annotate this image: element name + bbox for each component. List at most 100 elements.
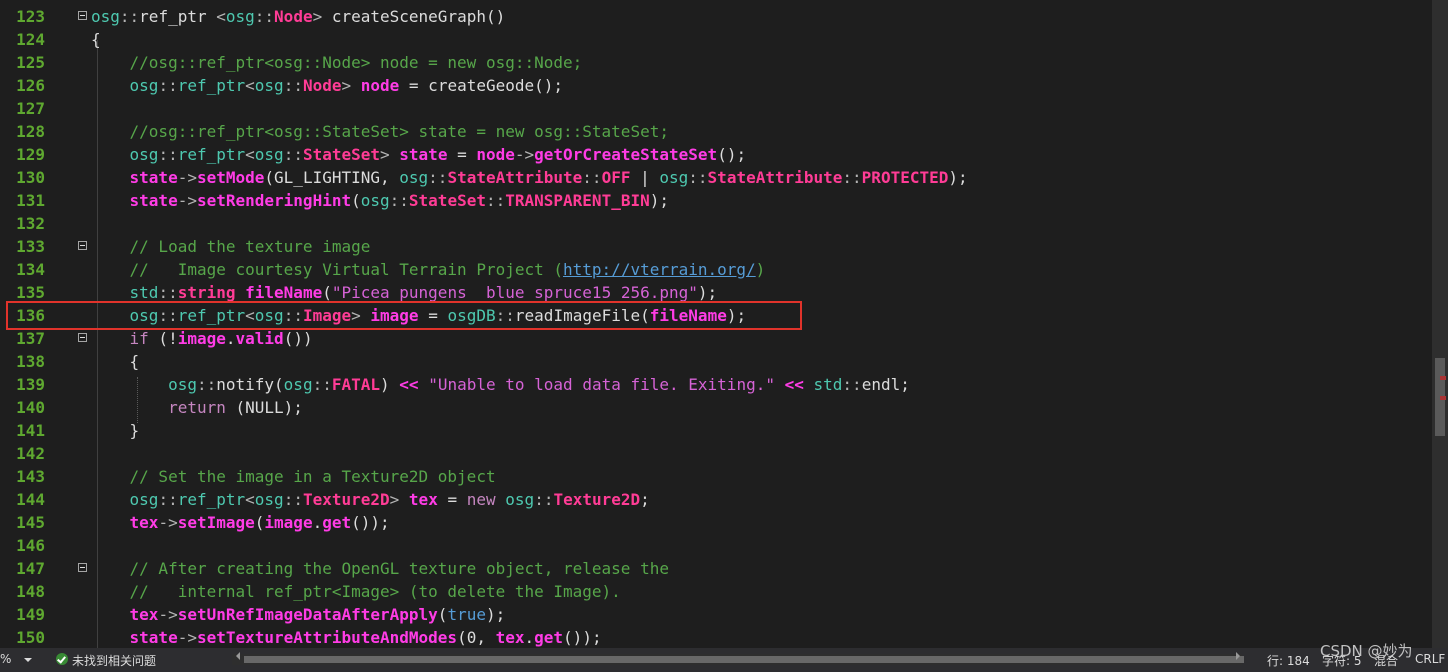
code-token: Node [274, 7, 313, 26]
code-token: ) [380, 375, 400, 394]
code-token: setImage [177, 513, 255, 532]
code-token: setMode [196, 168, 265, 187]
code-token: (NULL); [225, 398, 303, 417]
code-token: < [216, 7, 226, 26]
code-token: < [245, 76, 255, 95]
line-number: 134 [16, 260, 45, 279]
code-text: osg::ref_ptr <osg::Node> createSceneGrap… [91, 5, 505, 28]
code-token: string [177, 283, 236, 302]
code-line[interactable]: 144 osg::ref_ptr<osg::Texture2D> tex = n… [0, 488, 1432, 511]
code-token: state [399, 145, 448, 164]
code-token: fileName [245, 283, 323, 302]
code-token: (! [148, 329, 178, 348]
code-token: // Load the texture image [129, 237, 371, 256]
code-token: getOrCreateStateSet [534, 145, 718, 164]
code-token: :: [842, 375, 862, 394]
code-line[interactable]: 138 { [0, 350, 1432, 373]
code-line[interactable]: 123 osg::ref_ptr <osg::Node> createSceneG… [0, 5, 1432, 28]
code-token: get [534, 628, 564, 647]
code-line[interactable]: 125 //osg::ref_ptr<osg::Node> node = new… [0, 51, 1432, 74]
code-line[interactable]: 143 // Set the image in a Texture2D obje… [0, 465, 1432, 488]
code-token: node [476, 145, 515, 164]
collapse-icon[interactable] [78, 11, 87, 20]
code-token: << [784, 375, 804, 394]
code-token: osg [254, 145, 284, 164]
code-line[interactable]: 146 [0, 534, 1432, 557]
check-icon [56, 653, 68, 665]
line-number: 133 [16, 237, 45, 256]
code-line[interactable]: 137 if (!image.valid()) [0, 327, 1432, 350]
code-token: ()); [563, 628, 602, 647]
code-line[interactable]: 131 state->setRenderingHint(osg::StateSe… [0, 189, 1432, 212]
code-token: TRANSPARENT_BIN [505, 191, 650, 210]
code-line[interactable]: 141 } [0, 419, 1432, 442]
code-line[interactable]: 142 [0, 442, 1432, 465]
code-token: ; [640, 490, 650, 509]
line-number: 143 [16, 467, 45, 486]
vertical-scrollbar[interactable] [1432, 0, 1448, 648]
code-text: state->setTextureAttributeAndModes(0, te… [91, 626, 602, 648]
line-number: 123 [16, 7, 45, 26]
code-token: StateAttribute [707, 168, 843, 187]
code-line[interactable]: 150 state->setTextureAttributeAndModes(0… [0, 626, 1432, 648]
code-token: > [389, 490, 409, 509]
code-line[interactable]: 147 // After creating the OpenGL texture… [0, 557, 1432, 580]
code-line[interactable]: 139 osg::notify(osg::FATAL) << "Unable t… [0, 373, 1432, 396]
code-line[interactable]: 127 [0, 97, 1432, 120]
code-text: return (NULL); [91, 396, 303, 419]
code-token: :: [158, 76, 178, 95]
code-token: //osg::ref_ptr<osg::StateSet> state = ne… [129, 122, 669, 141]
code-line[interactable]: 148 // internal ref_ptr<Image> (to delet… [0, 580, 1432, 603]
line-number: 141 [16, 421, 45, 440]
code-line[interactable]: 126 osg::ref_ptr<osg::Node> node = creat… [0, 74, 1432, 97]
code-line[interactable]: 129 osg::ref_ptr<osg::StateSet> state = … [0, 143, 1432, 166]
code-line[interactable]: 140 return (NULL); [0, 396, 1432, 419]
code-token: osg [91, 7, 120, 26]
code-token: ( [351, 191, 361, 210]
code-token: > [312, 7, 332, 26]
scroll-left-icon[interactable] [236, 652, 240, 660]
code-token: :: [389, 191, 409, 210]
code-line[interactable]: 132 [0, 212, 1432, 235]
code-token: new [466, 490, 496, 509]
zoom-level[interactable]: % [0, 652, 11, 666]
code-token: get [322, 513, 352, 532]
scroll-marker [1440, 376, 1446, 380]
code-editor[interactable]: 123 osg::ref_ptr <osg::Node> createSceneG… [0, 0, 1432, 648]
collapse-icon[interactable] [78, 241, 87, 250]
code-token: :: [283, 145, 303, 164]
code-line[interactable]: 130 state->setMode(GL_LIGHTING, osg::Sta… [0, 166, 1432, 189]
collapse-icon[interactable] [78, 333, 87, 342]
issues-status[interactable]: 未找到相关问题 [72, 652, 156, 669]
code-line[interactable]: 133 // Load the texture image [0, 235, 1432, 258]
code-token: std [129, 283, 159, 302]
code-text: // Set the image in a Texture2D object [91, 465, 496, 488]
horizontal-scroll-thumb[interactable] [244, 656, 1244, 663]
code-token: :: [534, 490, 554, 509]
code-line[interactable]: 128 //osg::ref_ptr<osg::StateSet> state … [0, 120, 1432, 143]
code-token: FATAL [331, 375, 381, 394]
line-number: 126 [16, 76, 45, 95]
code-line[interactable]: 134 // Image courtesy Virtual Terrain Pr… [0, 258, 1432, 281]
horizontal-scrollbar[interactable] [232, 654, 1244, 665]
code-token: ( [437, 605, 448, 624]
line-number-status[interactable]: 行: 184 [1267, 652, 1310, 669]
code-token: :: [158, 145, 178, 164]
code-line[interactable]: 149 tex->setUnRefImageDataAfterApply(tru… [0, 603, 1432, 626]
eol-status[interactable]: CRLF [1415, 652, 1445, 666]
code-token: :: [312, 375, 332, 394]
zoom-dropdown-icon[interactable] [24, 658, 32, 662]
collapse-icon[interactable] [78, 563, 87, 572]
code-token: . [524, 628, 535, 647]
code-line[interactable]: 124 { [0, 28, 1432, 51]
scroll-right-icon[interactable] [1236, 652, 1240, 660]
code-text: { [91, 350, 140, 373]
code-line[interactable]: 145 tex->setImage(image.get()); [0, 511, 1432, 534]
